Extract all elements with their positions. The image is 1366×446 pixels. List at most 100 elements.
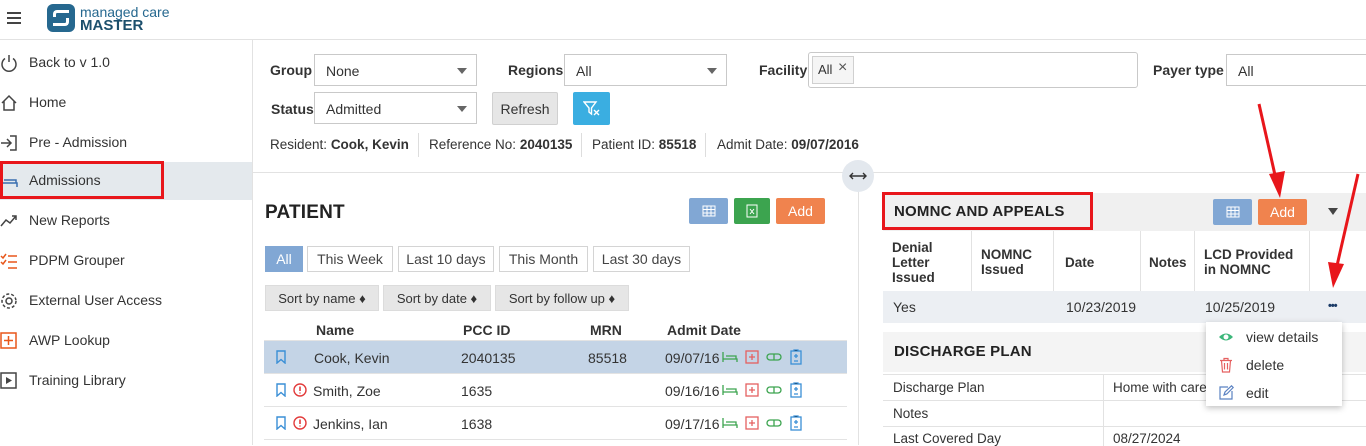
clear-filter-icon xyxy=(582,100,599,115)
pill-icon[interactable] xyxy=(766,349,782,365)
clipboard-icon[interactable] xyxy=(788,415,804,431)
trend-chart-icon xyxy=(0,215,17,227)
clear-filter-button[interactable] xyxy=(573,92,610,125)
patient-id-info: Patient ID: 85518 xyxy=(592,137,696,152)
status-select-value: Admitted xyxy=(326,101,382,117)
patient-name: Smith, Zoe xyxy=(313,383,381,399)
sidebar-item-home[interactable]: Home xyxy=(0,84,252,122)
hospital-icon[interactable] xyxy=(744,349,760,365)
resident-info-bar: Resident: Cook, Kevin xyxy=(270,137,409,155)
patient-add-label: Add xyxy=(788,203,813,219)
regions-select-value: All xyxy=(576,63,592,79)
more-options-icon[interactable]: ••• xyxy=(1328,300,1338,312)
sidebar-item-awp-lookup[interactable]: AWP Lookup xyxy=(0,322,252,360)
grid-view-button[interactable] xyxy=(689,198,728,224)
facility-chip[interactable]: All × xyxy=(812,56,854,84)
col-divider xyxy=(1103,375,1104,446)
reference-value: 2040135 xyxy=(519,137,573,152)
divider xyxy=(418,133,419,157)
tab-this-month[interactable]: This Month xyxy=(499,246,588,272)
sidebar-item-new-reports[interactable]: New Reports xyxy=(0,202,252,240)
patient-admit-date: 09/17/16 xyxy=(665,416,720,432)
divider xyxy=(581,133,582,157)
sidebar-item-label: Home xyxy=(29,94,67,110)
annotation-box-admissions xyxy=(0,161,164,199)
column-header-pcc-id[interactable]: PCC ID xyxy=(463,322,510,338)
regions-select[interactable]: All xyxy=(564,54,727,86)
refresh-button-label: Refresh xyxy=(500,100,550,117)
clipboard-icon[interactable] xyxy=(788,349,804,365)
tab-label: This Month xyxy=(508,251,579,267)
tab-last-10-days[interactable]: Last 10 days xyxy=(398,246,494,272)
sidebar-item-label: Training Library xyxy=(29,372,126,388)
tab-this-week[interactable]: This Week xyxy=(307,246,393,272)
column-header-label: Denial Letter Issued xyxy=(892,240,935,285)
bed-care-icon[interactable] xyxy=(722,415,738,431)
top-bar: managed care MASTER xyxy=(0,0,1366,40)
column-header-mrn[interactable]: MRN xyxy=(590,322,622,338)
tab-last-30-days[interactable]: Last 30 days xyxy=(593,246,690,272)
admit-date-value: 09/07/2016 xyxy=(791,137,859,152)
patient-id-value: 85518 xyxy=(658,137,697,152)
sidebar-item-pre-admission[interactable]: Pre - Admission xyxy=(0,124,252,162)
sidebar-item-pdpm-grouper[interactable]: PDPM Grouper xyxy=(0,242,252,280)
column-header-label: NOMNC Issued xyxy=(981,247,1032,277)
clipboard-icon[interactable] xyxy=(788,382,804,398)
sidebar-item-external-user-access[interactable]: External User Access xyxy=(0,282,252,320)
column-header-admit-date[interactable]: Admit Date xyxy=(667,322,741,338)
menu-item-label: delete xyxy=(1246,357,1285,373)
hospital-icon[interactable] xyxy=(744,382,760,398)
reference-label: Reference No: xyxy=(429,137,517,152)
pill-icon[interactable] xyxy=(766,382,782,398)
sidebar-item-back[interactable]: Back to v 1.0 xyxy=(0,44,252,82)
tab-all[interactable]: All xyxy=(265,246,303,272)
bed-care-icon[interactable] xyxy=(722,349,738,365)
hospital-icon[interactable] xyxy=(744,415,760,431)
column-header-name[interactable]: Name xyxy=(316,322,354,338)
plus-square-icon xyxy=(0,332,17,349)
menu-item-view-details[interactable]: view details xyxy=(1206,323,1342,351)
facility-multiselect[interactable]: All × xyxy=(808,52,1138,88)
resident-label: Resident: xyxy=(270,137,328,152)
pill-icon[interactable] xyxy=(766,415,782,431)
bookmark-icon[interactable] xyxy=(276,416,286,430)
hamburger-menu-icon[interactable] xyxy=(7,12,21,24)
annotation-arrows xyxy=(1257,103,1360,288)
group-select[interactable]: None xyxy=(314,54,477,86)
patient-name: Cook, Kevin xyxy=(314,350,390,366)
close-icon[interactable]: × xyxy=(838,59,847,77)
sidebar-item-label: New Reports xyxy=(29,212,110,228)
sort-by-date-button[interactable]: Sort by date ♦ xyxy=(383,285,491,311)
sort-label: Sort by follow up ♦ xyxy=(508,290,616,306)
sidebar-item-training-library[interactable]: Training Library xyxy=(0,362,252,400)
horizontal-resize-icon xyxy=(849,172,867,180)
refresh-button[interactable]: Refresh xyxy=(492,92,558,125)
sort-by-follow-up-button[interactable]: Sort by follow up ♦ xyxy=(495,285,629,311)
patient-pcc-id: 1635 xyxy=(461,383,493,399)
facility-label: Facility xyxy=(759,62,808,78)
sidebar-item-label: Pre - Admission xyxy=(29,134,128,150)
patient-pcc-id: 1638 xyxy=(461,416,493,432)
power-icon xyxy=(1,55,17,72)
sort-label: Sort by name ♦ xyxy=(278,290,366,306)
column-header-nomnc-issued: NOMNC Issued xyxy=(981,247,1051,277)
discharge-panel-title: DISCHARGE PLAN xyxy=(894,343,1032,360)
list-check-icon xyxy=(0,253,17,269)
menu-item-label: view details xyxy=(1246,329,1319,345)
resize-handle[interactable] xyxy=(842,160,874,192)
status-select[interactable]: Admitted xyxy=(314,92,477,124)
bed-care-icon[interactable] xyxy=(722,382,738,398)
patient-pcc-id: 2040135 xyxy=(461,350,516,366)
export-excel-button[interactable] xyxy=(734,198,770,224)
menu-item-delete[interactable]: delete xyxy=(1206,351,1342,379)
chevron-down-icon xyxy=(457,68,467,74)
logo[interactable]: managed care MASTER xyxy=(47,4,187,34)
sort-by-name-button[interactable]: Sort by name ♦ xyxy=(265,285,379,311)
tab-label: Last 30 days xyxy=(601,251,682,267)
bookmark-icon[interactable] xyxy=(276,383,286,397)
column-header-notes: Notes xyxy=(1149,255,1187,270)
menu-item-edit[interactable]: edit xyxy=(1206,379,1342,407)
bookmark-icon[interactable] xyxy=(276,350,286,364)
patient-add-button[interactable]: Add xyxy=(776,198,825,224)
payer-type-select[interactable]: All xyxy=(1226,54,1366,86)
